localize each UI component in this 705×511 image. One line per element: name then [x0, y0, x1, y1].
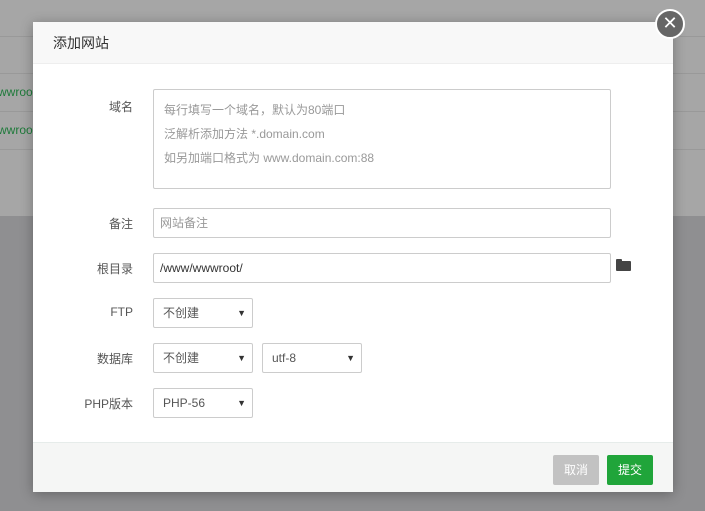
- ftp-select[interactable]: 不创建 ▼: [153, 298, 253, 328]
- caret-down-icon: ▼: [346, 353, 355, 363]
- cancel-button[interactable]: 取消: [553, 455, 599, 485]
- background-row-text: wwroo: [0, 123, 33, 137]
- caret-down-icon: ▼: [237, 308, 246, 318]
- ftp-label: FTP: [110, 305, 133, 319]
- charset-selected: utf-8: [272, 351, 297, 365]
- php-label: PHP版本: [84, 397, 133, 411]
- php-version-select[interactable]: PHP-56 ▼: [153, 388, 253, 418]
- domain-placeholder-line: 泛解析添加方法 *.domain.com: [164, 127, 325, 141]
- add-site-dialog: 添加网站 域名 每行填写一个域名，默认为80端口 泛解析添加方法 *.domai…: [33, 22, 673, 492]
- dialog-footer: 取消 提交: [33, 442, 673, 492]
- charset-select[interactable]: utf-8 ▼: [262, 343, 362, 373]
- database-select[interactable]: 不创建 ▼: [153, 343, 253, 373]
- domain-placeholder-line: 每行填写一个域名，默认为80端口: [164, 103, 346, 117]
- background-row-text: wwroo: [0, 85, 33, 99]
- caret-down-icon: ▼: [237, 353, 246, 363]
- submit-button[interactable]: 提交: [607, 455, 653, 485]
- note-input[interactable]: 网站备注: [153, 208, 611, 238]
- ftp-selected: 不创建: [163, 306, 200, 320]
- root-label: 根目录: [96, 262, 133, 276]
- database-label: 数据库: [96, 352, 133, 366]
- close-icon[interactable]: ✕: [655, 9, 685, 39]
- php-selected: PHP-56: [163, 396, 206, 410]
- caret-down-icon: ▼: [237, 398, 246, 408]
- domain-label: 域名: [108, 100, 133, 114]
- folder-open-icon[interactable]: [616, 259, 631, 271]
- domain-textarea[interactable]: 每行填写一个域名，默认为80端口 泛解析添加方法 *.domain.com 如另…: [153, 89, 611, 189]
- note-label: 备注: [108, 217, 133, 231]
- database-selected: 不创建: [163, 351, 200, 365]
- root-dir-input[interactable]: /www/wwwroot/: [153, 253, 611, 283]
- dialog-title: 添加网站: [33, 22, 673, 64]
- domain-placeholder-line: 如另加端口格式为 www.domain.com:88: [164, 151, 375, 165]
